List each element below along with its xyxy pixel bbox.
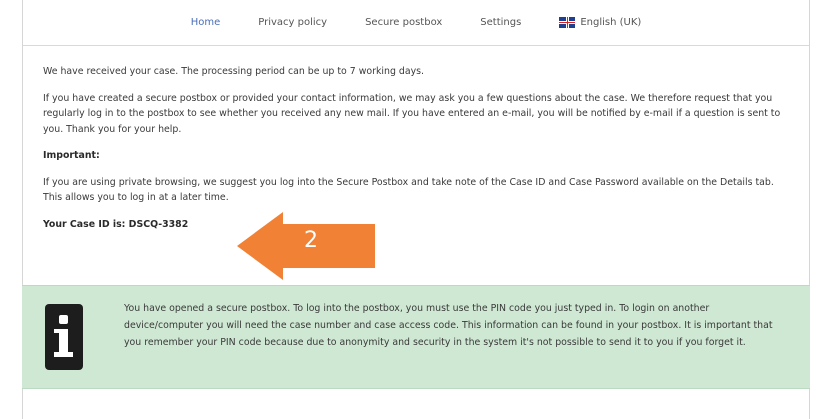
- top-navbar: Home Privacy policy Secure postbox Setti…: [23, 0, 809, 46]
- nav-secure-postbox-link[interactable]: Secure postbox: [365, 17, 442, 28]
- nav-settings-link[interactable]: Settings: [480, 17, 521, 28]
- language-selector[interactable]: English (UK): [559, 17, 641, 28]
- info-icon: [45, 304, 83, 370]
- info-box: You have opened a secure postbox. To log…: [22, 285, 810, 389]
- info-box-text: You have opened a secure postbox. To log…: [124, 303, 773, 348]
- case-received-text: We have received your case. The processi…: [43, 66, 424, 77]
- private-browsing-text: If you are using private browsing, we su…: [43, 176, 774, 204]
- case-id-text: Your Case ID is: DSCQ-3382: [43, 218, 189, 230]
- language-label: English (UK): [580, 17, 642, 28]
- nav-home-link[interactable]: Home: [191, 17, 221, 28]
- nav-privacy-policy-link[interactable]: Privacy policy: [258, 17, 327, 28]
- postbox-info-text: If you have created a secure postbox or …: [43, 92, 781, 135]
- important-heading: Important:: [43, 150, 100, 161]
- uk-flag-icon: [559, 17, 576, 28]
- annotation-number: 2: [304, 228, 318, 253]
- main-content: We have received your case. The processi…: [23, 46, 809, 232]
